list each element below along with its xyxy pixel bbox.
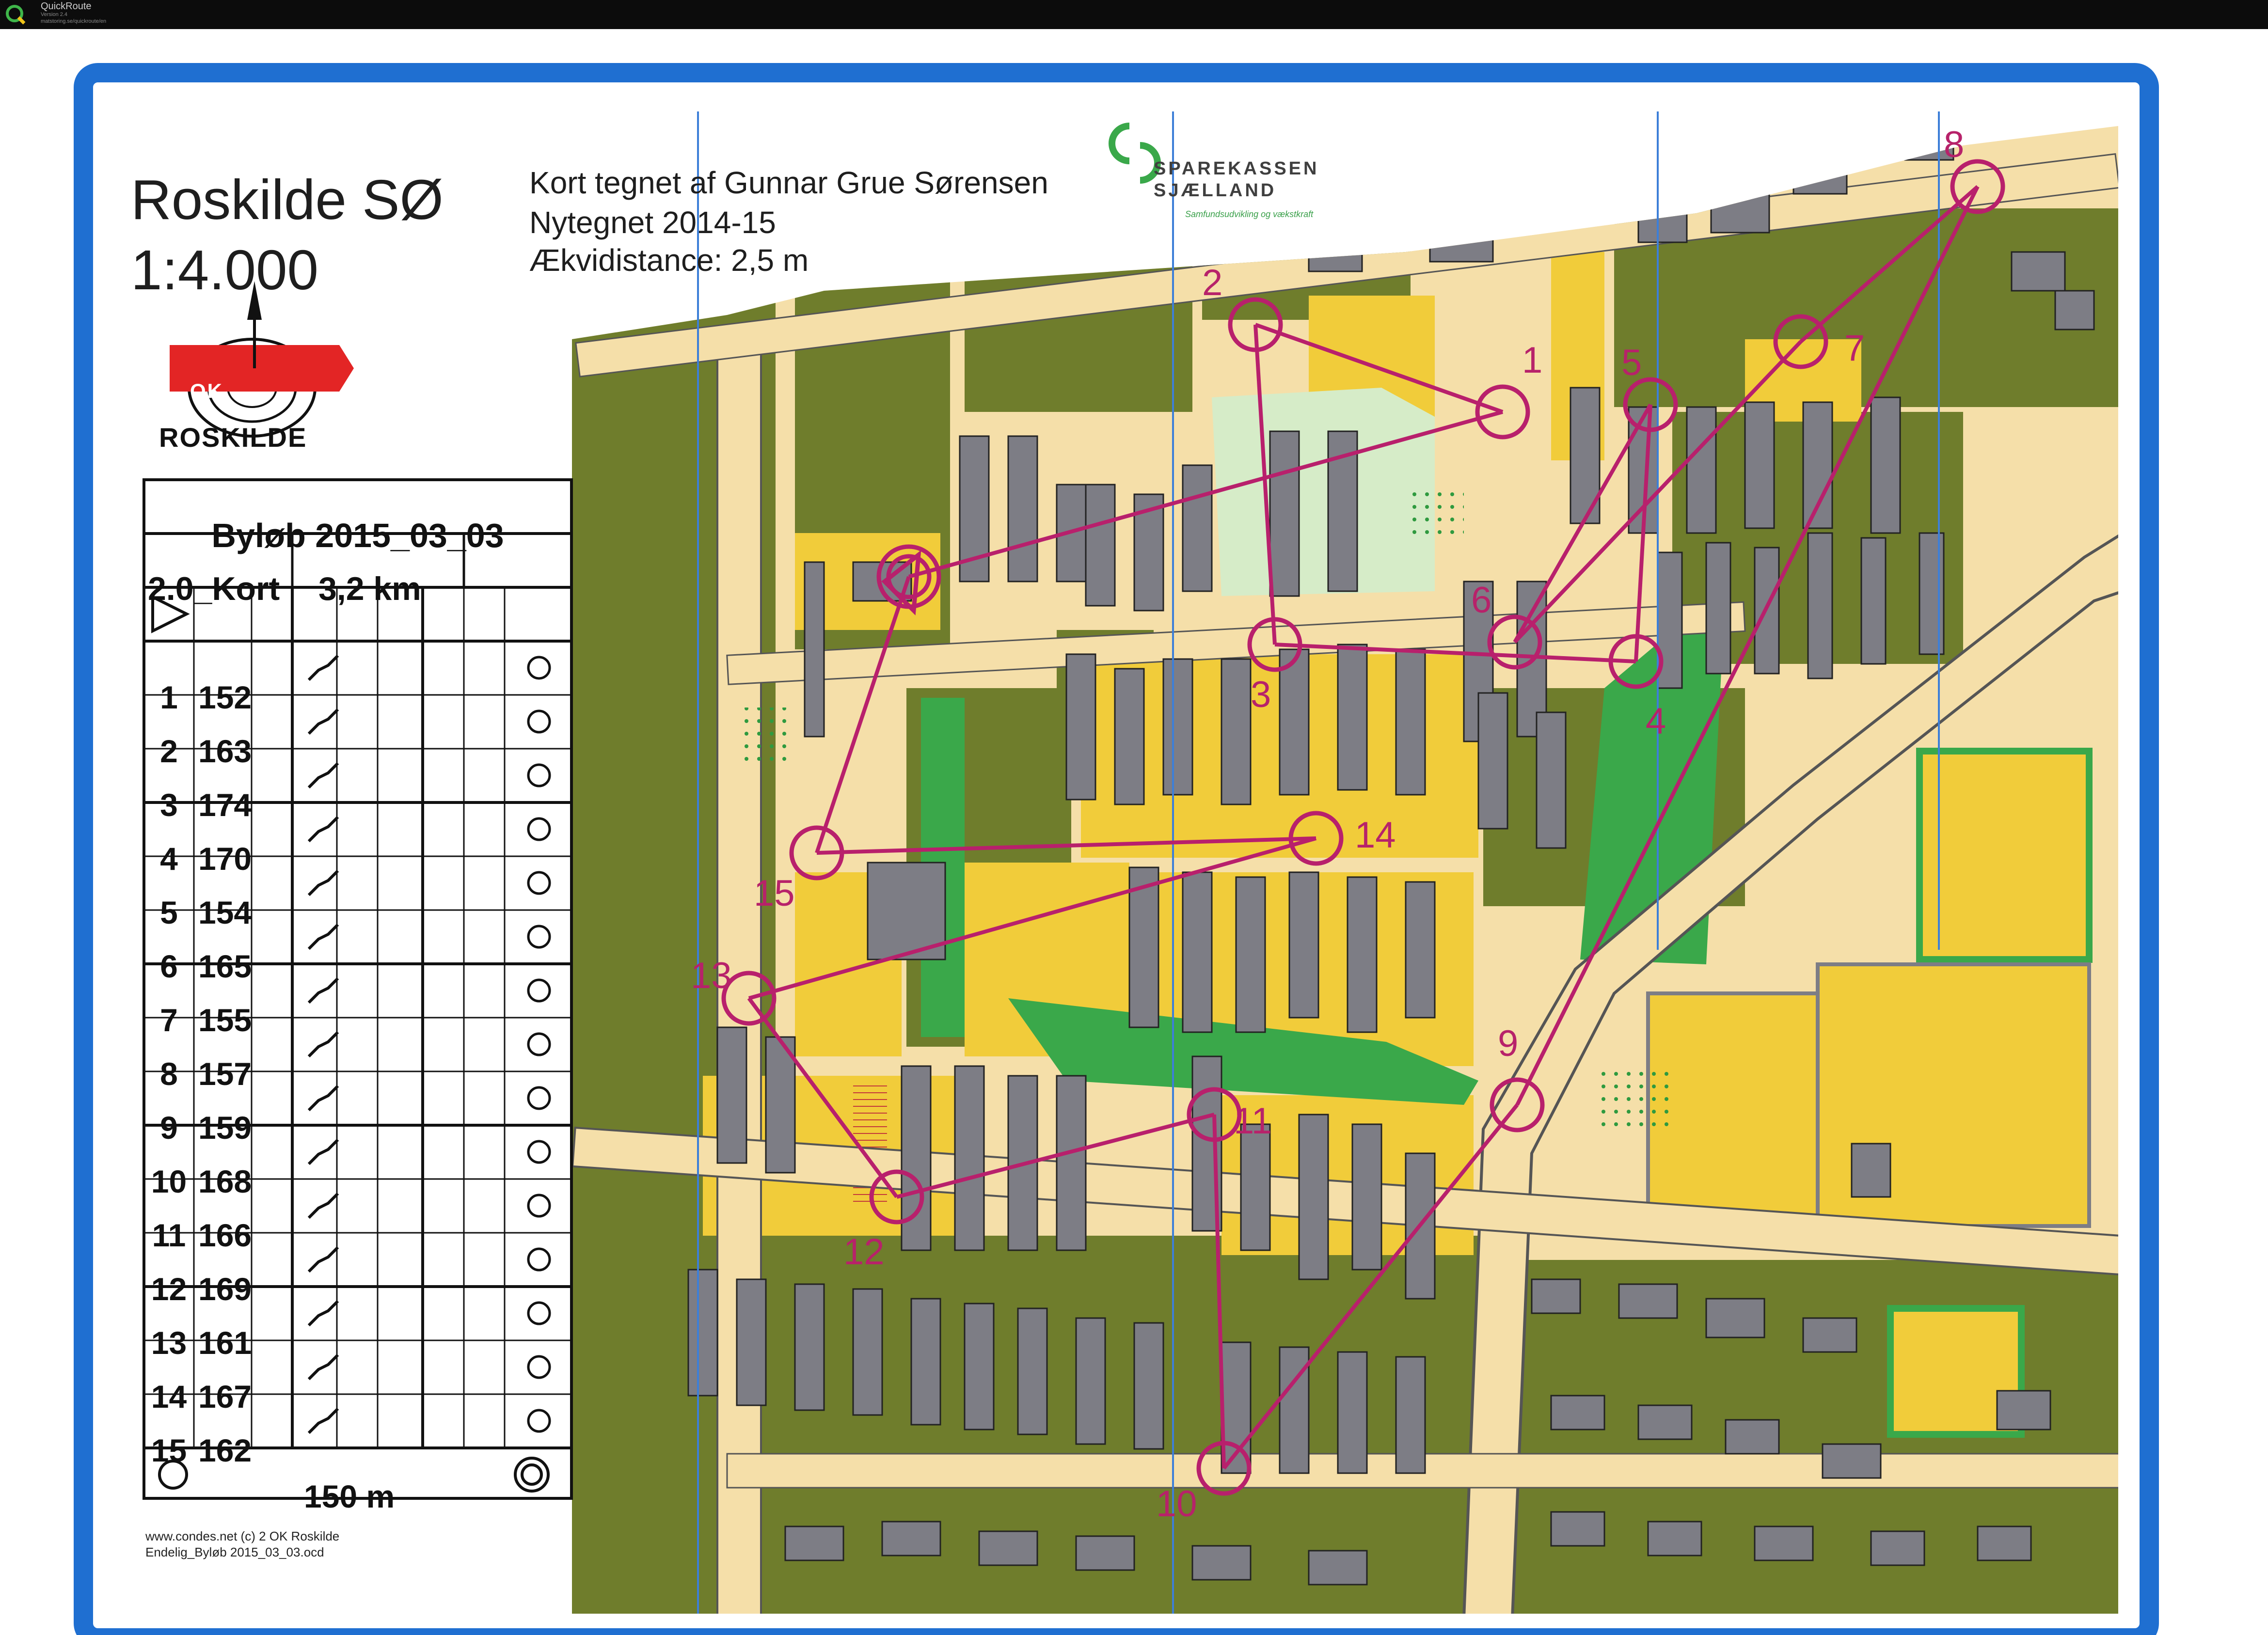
control-row-code: 168 (198, 1163, 252, 1199)
control-number-label: 15 (754, 873, 795, 914)
control-row-number: 14 (151, 1379, 187, 1415)
control-number-label: 8 (1944, 124, 1965, 165)
control-row-number: 9 (160, 1110, 178, 1146)
control-number-label: 13 (691, 955, 732, 996)
club-logo-letters: OK (190, 379, 223, 402)
sponsor-region: SJÆLLAND (1154, 180, 1277, 201)
control-row-number: 10 (151, 1163, 187, 1199)
control-row-code: 170 (198, 841, 252, 877)
control-number-label: 7 (1844, 328, 1865, 369)
club-name: ROSKILDE (159, 422, 307, 453)
course-class: 2.0_Kort (148, 570, 280, 607)
control-number-label: 1 (1522, 340, 1543, 381)
course-length: 3,2 km (318, 570, 421, 607)
control-row-number: 15 (151, 1432, 187, 1468)
control-number-label: 10 (1156, 1483, 1197, 1525)
control-row-number: 2 (160, 733, 178, 769)
app-url: matstoring.se/quickroute/en (41, 18, 107, 24)
contour-interval: Ækvidistance: 2,5 m (529, 243, 809, 278)
control-row-code: 166 (198, 1217, 252, 1253)
event-title: Byløb 2015_03_03 (211, 517, 504, 554)
control-row-number: 5 (160, 895, 178, 930)
control-row-number: 6 (160, 948, 178, 984)
control-row-code: 154 (198, 895, 252, 930)
control-row-code: 162 (198, 1432, 252, 1468)
control-row-code: 155 (198, 1002, 252, 1038)
control-row-number: 8 (160, 1056, 178, 1092)
control-row-number: 13 (151, 1325, 187, 1361)
control-number-label: 5 (1621, 342, 1642, 383)
control-row-number: 3 (160, 787, 178, 823)
control-row-code: 167 (198, 1379, 252, 1415)
finish-distance: 150 m (304, 1478, 395, 1514)
control-row-number: 12 (151, 1271, 187, 1307)
map-terrain (572, 126, 2118, 1614)
control-number-label: 4 (1646, 701, 1666, 742)
control-number-label: 11 (1234, 1100, 1272, 1142)
control-row-code: 161 (198, 1325, 252, 1361)
sports-field-1 (1916, 748, 2093, 963)
control-number-label: 6 (1471, 580, 1492, 621)
park-area (1212, 388, 1435, 596)
control-number-label: 9 (1498, 1023, 1519, 1064)
window-titlebar: QuickRoute Version 2.4 matstoring.se/qui… (0, 0, 2268, 29)
sponsor-name: SPAREKASSEN (1154, 158, 1319, 179)
control-row-code: 174 (198, 787, 252, 823)
control-row-code: 163 (198, 733, 252, 769)
control-row-code: 157 (198, 1056, 252, 1092)
control-row-number: 1 (160, 679, 178, 715)
control-row-number: 4 (160, 841, 178, 877)
control-row-code: 159 (198, 1110, 252, 1146)
control-row-number: 7 (160, 1002, 178, 1038)
control-number-label: 3 (1251, 674, 1271, 715)
orienteering-map[interactable] (0, 29, 2268, 1635)
quickroute-app-icon (4, 3, 26, 25)
control-row-code: 152 (198, 679, 252, 715)
app-title: QuickRoute (41, 1, 92, 12)
control-number-label: 12 (843, 1231, 885, 1273)
control-number-label: 2 (1202, 262, 1223, 303)
map-name: Roskilde SØ (131, 168, 444, 231)
map-scale: 1:4.000 (131, 238, 319, 301)
map-footer-copyright: www.condes.net (c) 2 OK Roskilde (145, 1529, 340, 1543)
map-footer-filename: Endelig_Byløb 2015_03_03.ocd (145, 1545, 324, 1559)
control-row-code: 165 (198, 948, 252, 984)
map-revision: Nytegnet 2014-15 (529, 205, 776, 240)
app-version: Version 2.4 (41, 12, 68, 17)
control-row-number: 11 (152, 1217, 186, 1253)
map-sheet: Roskilde SØ 1:4.000 Kort tegnet af Gunna… (0, 29, 2268, 1635)
control-number-label: 14 (1355, 815, 1396, 856)
map-credit: Kort tegnet af Gunnar Grue Sørensen (529, 165, 1048, 200)
control-row-code: 169 (198, 1271, 252, 1307)
sponsor-tagline: Samfundsudvikling og vækstkraft (1185, 209, 1314, 219)
